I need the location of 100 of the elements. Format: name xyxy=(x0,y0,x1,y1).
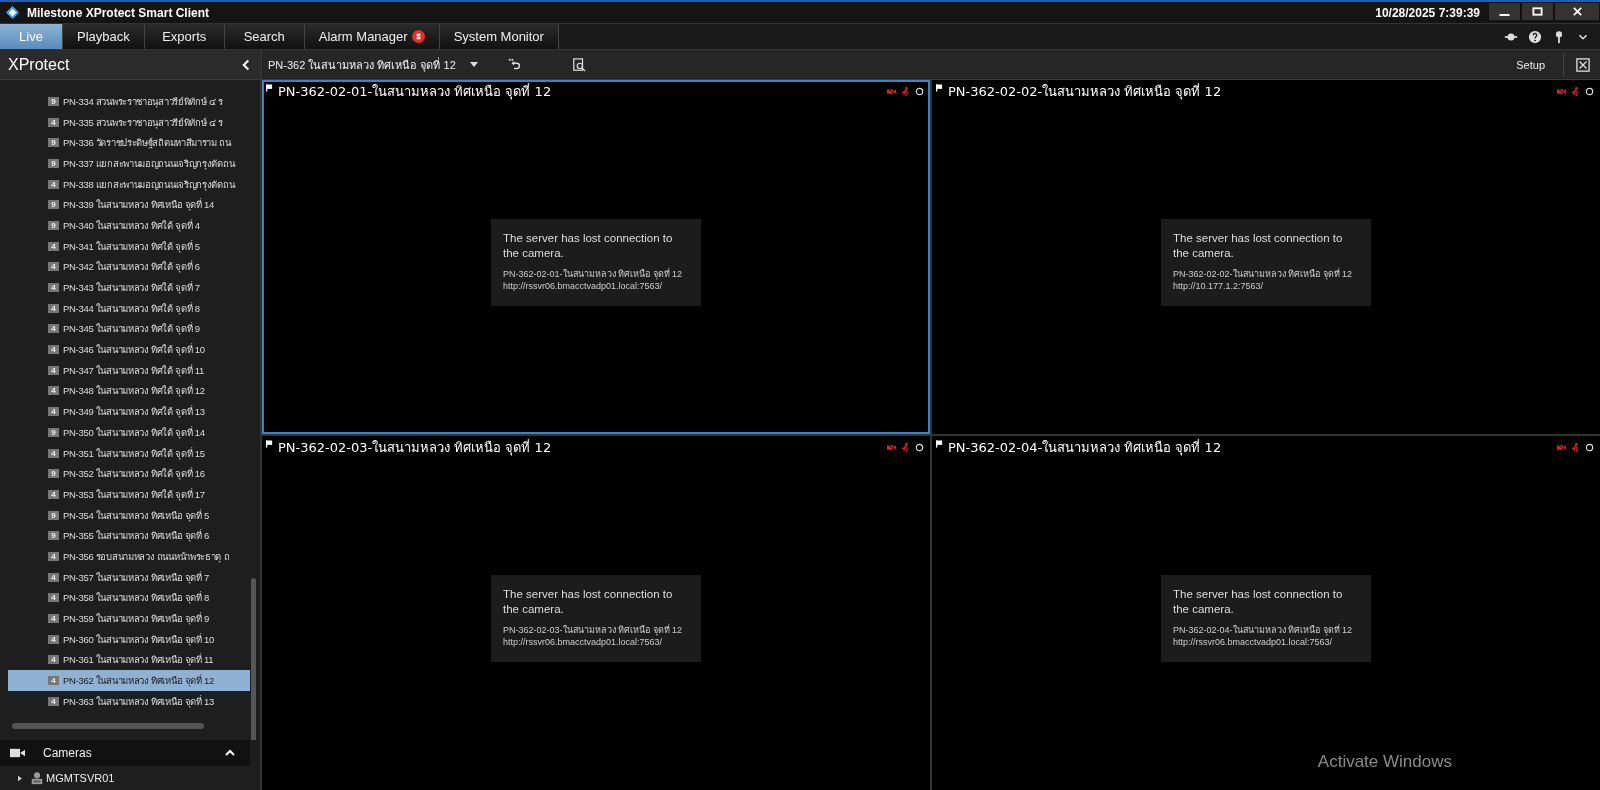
motion-icon xyxy=(901,86,910,96)
item-label: PN-343 ในสนามหลวง ทิศใต้ จุดที่ 7 xyxy=(63,280,200,296)
item-label: PN-360 ในสนามหลวง ทิศเหนือ จุดที่ 10 xyxy=(63,632,215,647)
view-dropdown[interactable]: PN-362 ในสนามหลวง ทิศเหนือ จุดที่ 12 xyxy=(268,55,478,74)
list-item[interactable]: 9 PN-336 วัดราชประดิษฐ์สถิตมหาสีมาราม ถน xyxy=(8,132,250,154)
tab[interactable]: Alarm Manager xyxy=(304,24,440,49)
minimize-icon xyxy=(1499,14,1510,16)
list-item[interactable]: 4 PN-345 ในสนามหลวง ทิศใต้ จุดที่ 9 xyxy=(8,318,250,340)
camera-flag-icon xyxy=(266,84,273,92)
list-item[interactable]: 9 PN-334 สวนพระราชาอนุสาวรีย์พิทักษ์ ๔ ร xyxy=(8,91,250,112)
layout-icon: 4 xyxy=(48,634,59,644)
item-label: PN-356 รอบสนามหลวง ถนนหน้าพระธาตุ ถ xyxy=(63,549,230,564)
scrollbar[interactable] xyxy=(251,578,256,740)
list-item[interactable]: 4 PN-361 ในสนามหลวง ทิศเหนือ จุดที่ 11 xyxy=(8,649,250,671)
item-label: PN-334 สวนพระราชาอนุสาวรีย์พิทักษ์ ๔ ร xyxy=(63,94,223,109)
list-item[interactable]: 4 PN-356 รอบสนามหลวง ถนนหน้าพระธาตุ ถ xyxy=(8,546,250,567)
item-label: PN-351 ในสนามหลวง ทิศใต้ จุดที่ 15 xyxy=(63,446,205,461)
camera-name: PN-362-02-03-ในสนามหลวง ทิศเหนือ จุดที่ 12 xyxy=(503,623,684,636)
layout-icon: 4 xyxy=(48,283,59,293)
close-icon xyxy=(1571,6,1583,17)
camera-tile[interactable]: PN-362-02-01-ในสนามหลวง ทิศเหนือ จุดที่ 12 The server has lost connection to the camera. PN-362-02-01-ในสนามหลวง ทิศเหนือ จุดที่ 12 http://rssvr06.bmacctvadp01.local:7563/ xyxy=(262,80,930,434)
camera-icon xyxy=(10,748,25,758)
list-item[interactable]: 9 PN-355 ในสนามหลวง ทิศเหนือ จุดที่ 6 xyxy=(8,525,250,547)
error-message: The server has lost connection to the camera. xyxy=(1173,230,1344,261)
list-item[interactable]: 9 PN-337 แยกสะพานมอญถนนเจริญกรุงตัดถน xyxy=(8,153,250,174)
clock: 10/28/2025 7:39:39 xyxy=(1375,5,1480,20)
error-message: The server has lost connection to the camera. xyxy=(503,230,674,261)
item-label: PN-339 ในสนามหลวง ทิศเหนือ จุดที่ 14 xyxy=(63,197,215,213)
watermark-text: Activate Windows xyxy=(1317,752,1452,772)
tab[interactable]: Playback xyxy=(63,24,145,49)
list-item[interactable]: 4 PN-353 ในสนามหลวง ทิศใต้ จุดที่ 17 xyxy=(8,484,250,505)
item-label: PN-357 ในสนามหลวง ทิศเหนือ จุดที่ 7 xyxy=(63,570,210,585)
list-item[interactable]: 4 PN-363 ในสนามหลวง ทิศเหนือ จุดที่ 13 xyxy=(8,690,250,712)
list-item[interactable]: 4 PN-351 ในสนามหลวง ทิศใต้ จุดที่ 15 xyxy=(8,442,250,464)
alert-icon xyxy=(411,30,425,43)
collapse-icon[interactable] xyxy=(241,58,252,71)
item-label: PN-336 วัดราชประดิษฐ์สถิตมหาสีมาราม ถน xyxy=(63,136,231,151)
tab[interactable]: Search xyxy=(224,24,305,49)
list-item[interactable]: 4 PN-359 ในสนามหลวง ทิศเหนือ จุดที่ 9 xyxy=(8,608,250,629)
maximize-button[interactable] xyxy=(1521,2,1554,21)
list-item[interactable]: 4 PN-344 ในสนามหลวง ทิศใต้ จุดที่ 8 xyxy=(8,297,250,319)
setup-button[interactable]: Setup xyxy=(1498,52,1564,77)
status-dot-icon xyxy=(915,86,924,96)
help-icon[interactable] xyxy=(1528,29,1542,44)
list-item[interactable]: 4 PN-338 แยกสะพานมอญถนนเจริญกรุงตัดถน xyxy=(8,173,250,195)
layout-icon: 4 xyxy=(48,614,59,624)
camera-tile[interactable]: PN-362-02-03-ในสนามหลวง ทิศเหนือ จุดที่ 12 The server has lost connection to the camera. PN-362-02-03-ในสนามหลวง ทิศเหนือ จุดที่ 12 http://rssvr06.bmacctvadp01.local:7563/ xyxy=(262,436,930,790)
layout-icon: 4 xyxy=(48,551,59,561)
scrollbar[interactable] xyxy=(12,723,204,729)
list-item[interactable]: 4 PN-335 สวนพระราชาอนุสาวรีย์พิทักษ์ ๔ ร xyxy=(8,111,250,133)
close-button[interactable] xyxy=(1554,2,1600,21)
window-title: Milestone XProtect Smart Client xyxy=(27,5,210,20)
list-item[interactable]: 4 PN-357 ในสนามหลวง ทิศเหนือ จุดที่ 7 xyxy=(8,566,250,588)
list-item[interactable]: 4 PN-343 ในสนามหลวง ทิศใต้ จุดที่ 7 xyxy=(8,277,250,298)
layout-icon: 9 xyxy=(48,510,59,520)
tree-item[interactable]: MGMTSVR01 xyxy=(46,772,115,784)
list-item[interactable]: 4 PN-349 ในสนามหลวง ทิศใต้ จุดที่ 13 xyxy=(8,401,250,422)
list-item[interactable]: 4 PN-362 ในสนามหลวง ทิศเหนือ จุดที่ 12 xyxy=(8,670,250,691)
item-label: PN-341 ในสนามหลวง ทิศใต้ จุดที่ 5 xyxy=(63,239,200,254)
item-label: PN-354 ในสนามหลวง ทิศเหนือ จุดที่ 5 xyxy=(63,508,210,523)
search-icon[interactable] xyxy=(572,57,586,72)
list-item[interactable]: 4 PN-360 ในสนามหลวง ทิศเหนือ จุดที่ 10 xyxy=(8,628,250,650)
tab[interactable]: Exports xyxy=(144,24,225,49)
list-item[interactable]: 4 PN-358 ในสนามหลวง ทิศเหนือ จุดที่ 8 xyxy=(8,587,250,609)
server-icon xyxy=(30,771,44,785)
status-dot-icon xyxy=(1585,86,1594,96)
server-url: http://rssvr06.bmacctvadp01.local:7563/ xyxy=(503,280,664,292)
list-item[interactable]: 4 PN-341 ในสนามหลวง ทิศใต้ จุดที่ 5 xyxy=(8,235,250,257)
section-title: Cameras xyxy=(43,746,92,760)
list-item[interactable]: 9 PN-339 ในสนามหลวง ทิศเหนือ จุดที่ 14 xyxy=(8,194,250,216)
undo-icon[interactable] xyxy=(508,57,522,72)
expand-arrow-icon[interactable] xyxy=(18,774,22,782)
layout-icon: 4 xyxy=(48,696,59,706)
camera-flag-icon xyxy=(266,440,273,448)
camera-tile[interactable]: PN-362-02-02-ในสนามหลวง ทิศเหนือ จุดที่ 12 The server has lost connection to the camera. PN-362-02-02-ในสนามหลวง ทิศเหนือ จุดที่ 12 http://10.177.1.2:7563/ xyxy=(932,80,1600,434)
layout-icon: 4 xyxy=(48,386,59,396)
item-label: PN-353 ในสนามหลวง ทิศใต้ จุดที่ 17 xyxy=(63,487,205,502)
tab[interactable]: System Monitor xyxy=(439,24,559,49)
status-dot-icon xyxy=(1585,442,1594,452)
list-item[interactable]: 4 PN-348 ในสนามหลวง ทิศใต้ จุดที่ 12 xyxy=(8,380,250,402)
layout-icon: 9 xyxy=(48,531,59,541)
list-item[interactable]: 4 PN-342 ในสนามหลวง ทิศใต้ จุดที่ 6 xyxy=(8,256,250,278)
list-item[interactable]: 4 PN-347 ในสนามหลวง ทิศใต้ จุดที่ 11 xyxy=(8,359,250,381)
item-label: PN-340 ในสนามหลวง ทิศใต้ จุดที่ 4 xyxy=(63,218,200,233)
layout-icon: 4 xyxy=(48,655,59,665)
item-label: PN-352 ในสนามหลวง ทิศใต้ จุดที่ 16 xyxy=(63,466,205,482)
camera-name: PN-362-02-01-ในสนามหลวง ทิศเหนือ จุดที่ 12 xyxy=(503,267,684,280)
fullscreen-icon[interactable] xyxy=(1576,57,1590,72)
section-header[interactable]: Cameras xyxy=(0,740,250,766)
list-item[interactable]: 9 PN-352 ในสนามหลวง ทิศใต้ จุดที่ 16 xyxy=(8,463,250,485)
panel-title: XProtect xyxy=(8,55,70,74)
layout-icon: 4 xyxy=(48,365,59,375)
list-item[interactable]: 9 PN-354 ในสนามหลวง ทิศเหนือ จุดที่ 5 xyxy=(8,504,250,526)
layout-icon: 4 xyxy=(48,572,59,582)
minimize-button[interactable] xyxy=(1488,2,1521,21)
motion-icon xyxy=(901,442,910,452)
list-item[interactable]: 4 PN-346 ในสนามหลวง ทิศใต้ จุดที่ 10 xyxy=(8,339,250,360)
item-label: PN-355 ในสนามหลวง ทิศเหนือ จุดที่ 6 xyxy=(63,528,210,544)
list-item[interactable]: 9 PN-350 ในสนามหลวง ทิศใต้ จุดที่ 14 xyxy=(8,422,250,443)
list-item[interactable]: 9 PN-340 ในสนามหลวง ทิศใต้ จุดที่ 4 xyxy=(8,215,250,236)
